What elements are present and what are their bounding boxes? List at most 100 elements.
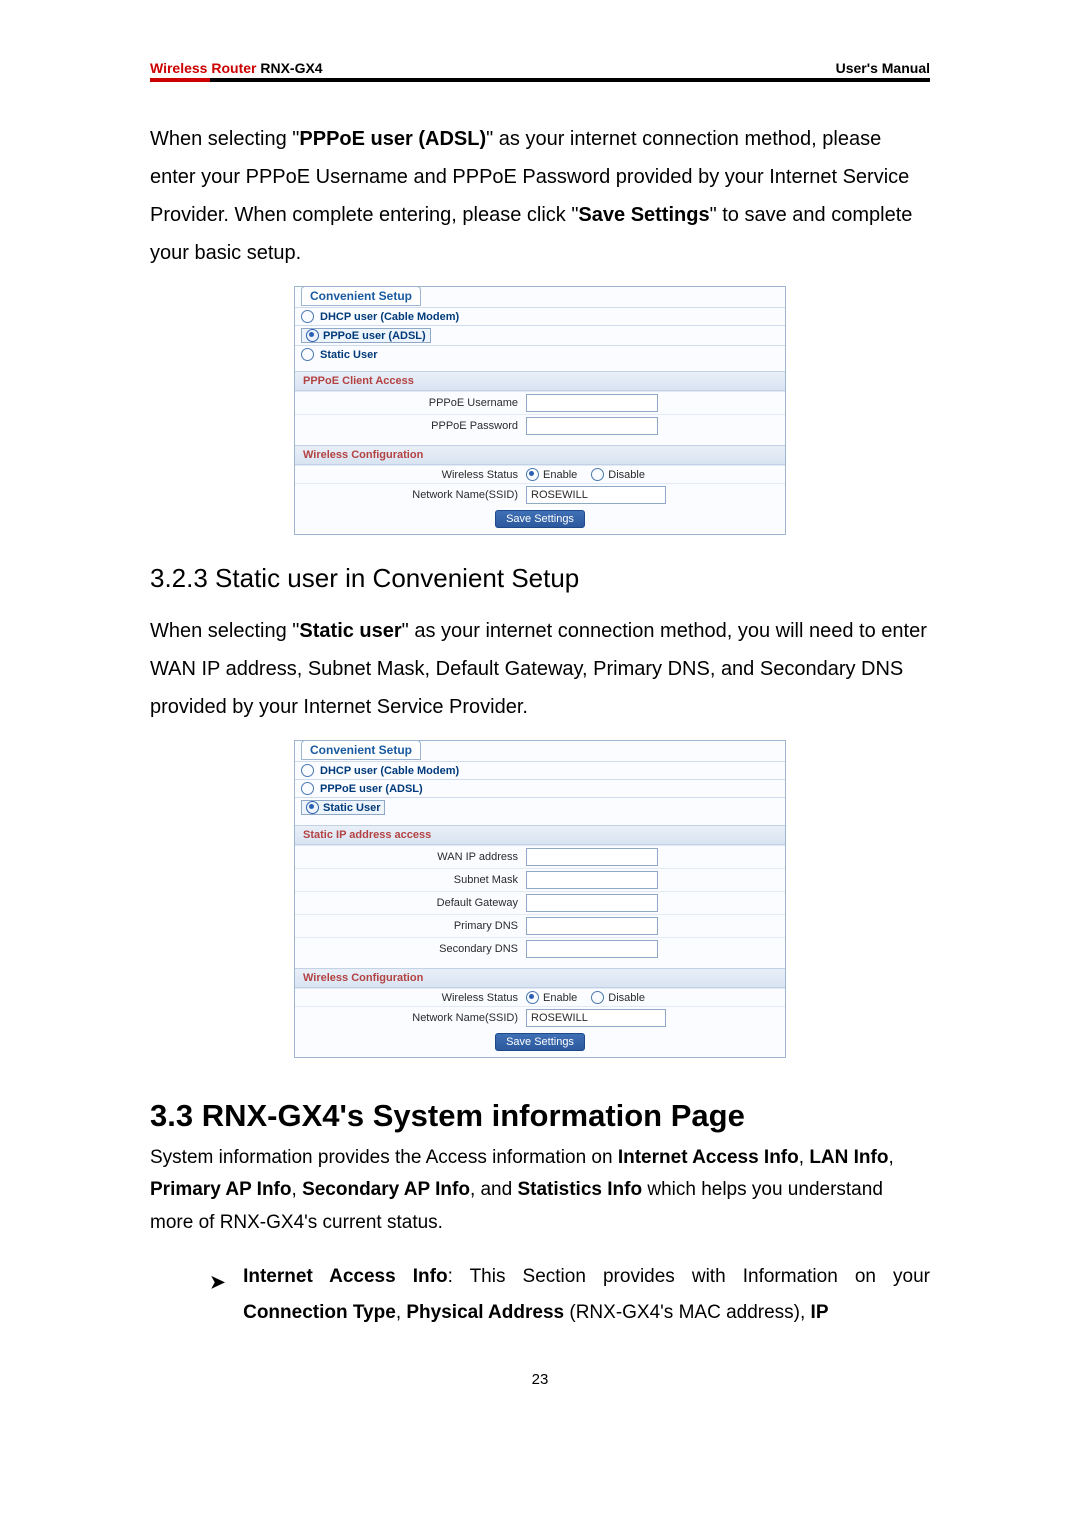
panel-title: Convenient Setup xyxy=(301,740,421,760)
bullet-text: Internet Access Info: This Section provi… xyxy=(243,1259,930,1331)
radio-label: Enable xyxy=(543,992,577,1004)
text-bold: Static user xyxy=(299,620,401,642)
paragraph-pppoe: When selecting "PPPoE user (ADSL)" as yo… xyxy=(150,120,930,272)
text: , and xyxy=(470,1179,518,1200)
radio-disable[interactable]: Disable xyxy=(591,991,645,1004)
product-name: Wireless Router xyxy=(150,60,256,76)
header-right: User's Manual xyxy=(836,60,930,76)
radio-disable[interactable]: Disable xyxy=(591,468,645,481)
option-label: Static User xyxy=(320,349,377,361)
model-name: RNX-GX4 xyxy=(260,60,322,76)
ssid-input[interactable]: ROSEWILL xyxy=(526,1009,666,1027)
text-bold: Internet Access Info xyxy=(243,1266,447,1287)
text-bold: Connection Type xyxy=(243,1302,396,1323)
option-dhcp[interactable]: DHCP user (Cable Modem) xyxy=(295,761,785,779)
secondary-dns-input[interactable] xyxy=(526,940,658,958)
pppoe-password-input[interactable] xyxy=(526,417,658,435)
bullet-internet-access: ➤ Internet Access Info: This Section pro… xyxy=(210,1259,930,1331)
header-left: Wireless Router RNX-GX4 xyxy=(150,60,323,76)
row-pppoe-username: PPPoE Username xyxy=(295,391,785,414)
row-default-gateway: Default Gateway xyxy=(295,891,785,914)
field-label: Wireless Status xyxy=(303,469,526,481)
screenshot-static-setup: Convenient Setup DHCP user (Cable Modem)… xyxy=(294,740,786,1058)
field-label: PPPoE Password xyxy=(303,420,526,432)
option-label: PPPoE user (ADSL) xyxy=(323,330,426,342)
text-bold: Primary AP Info xyxy=(150,1179,292,1200)
row-subnet-mask: Subnet Mask xyxy=(295,868,785,891)
option-label: Static User xyxy=(323,802,380,814)
text-bold: Statistics Info xyxy=(517,1179,642,1200)
option-dhcp[interactable]: DHCP user (Cable Modem) xyxy=(295,307,785,325)
screenshot-pppoe-setup: Convenient Setup DHCP user (Cable Modem)… xyxy=(294,286,786,535)
text-bold: Save Settings xyxy=(578,204,709,226)
radio-icon xyxy=(301,782,314,795)
field-label: Default Gateway xyxy=(303,897,526,909)
page-header: Wireless Router RNX-GX4 User's Manual xyxy=(150,60,930,82)
paragraph-static: When selecting "Static user" as your int… xyxy=(150,612,930,726)
field-label: Subnet Mask xyxy=(303,874,526,886)
text: , xyxy=(396,1302,407,1323)
option-static[interactable]: Static User xyxy=(295,345,785,363)
radio-icon xyxy=(301,310,314,323)
text-bold: LAN Info xyxy=(809,1147,888,1168)
row-wireless-status: Wireless Status Enable Disable xyxy=(295,465,785,483)
save-settings-button[interactable]: Save Settings xyxy=(495,1033,585,1051)
radio-filled-icon xyxy=(306,329,319,342)
radio-icon xyxy=(301,764,314,777)
radio-icon xyxy=(301,348,314,361)
option-static[interactable]: Static User xyxy=(295,797,785,817)
text: , xyxy=(888,1147,893,1168)
field-label: Primary DNS xyxy=(303,920,526,932)
text-bold: Internet Access Info xyxy=(618,1147,799,1168)
paragraph-sysinfo: System information provides the Access i… xyxy=(150,1142,930,1239)
option-pppoe[interactable]: PPPoE user (ADSL) xyxy=(295,779,785,797)
section-wireless-config: Wireless Configuration xyxy=(295,445,785,465)
text: When selecting " xyxy=(150,620,299,642)
primary-dns-input[interactable] xyxy=(526,917,658,935)
radio-enable[interactable]: Enable xyxy=(526,468,577,481)
field-label: Wireless Status xyxy=(303,992,526,1004)
row-ssid: Network Name(SSID) ROSEWILL xyxy=(295,1006,785,1029)
text: When selecting " xyxy=(150,128,299,150)
row-ssid: Network Name(SSID) ROSEWILL xyxy=(295,483,785,506)
field-label: WAN IP address xyxy=(303,851,526,863)
heading-static-user: 3.2.3 Static user in Convenient Setup xyxy=(150,563,930,594)
arrow-icon: ➤ xyxy=(210,1259,225,1331)
text-bold: Secondary AP Info xyxy=(302,1179,470,1200)
page-number: 23 xyxy=(150,1371,930,1388)
text-bold: Physical Address xyxy=(406,1302,564,1323)
default-gateway-input[interactable] xyxy=(526,894,658,912)
row-wan-ip: WAN IP address xyxy=(295,845,785,868)
radio-enable[interactable]: Enable xyxy=(526,991,577,1004)
radio-label: Disable xyxy=(608,992,645,1004)
ssid-input[interactable]: ROSEWILL xyxy=(526,486,666,504)
wan-ip-input[interactable] xyxy=(526,848,658,866)
row-primary-dns: Primary DNS xyxy=(295,914,785,937)
save-settings-button[interactable]: Save Settings xyxy=(495,510,585,528)
row-pppoe-password: PPPoE Password xyxy=(295,414,785,437)
radio-label: Disable xyxy=(608,469,645,481)
subnet-mask-input[interactable] xyxy=(526,871,658,889)
option-label: DHCP user (Cable Modem) xyxy=(320,311,459,323)
text: (RNX-GX4's MAC address), xyxy=(564,1302,810,1323)
panel-title: Convenient Setup xyxy=(301,286,421,306)
pppoe-username-input[interactable] xyxy=(526,394,658,412)
text: System information provides the Access i… xyxy=(150,1147,618,1168)
section-wireless-config: Wireless Configuration xyxy=(295,968,785,988)
selected-indicator: Static User xyxy=(301,800,385,815)
header-accent xyxy=(150,78,210,82)
text-bold: IP xyxy=(811,1302,829,1323)
selected-indicator: PPPoE user (ADSL) xyxy=(301,328,431,343)
field-label: PPPoE Username xyxy=(303,397,526,409)
text-bold: PPPoE user (ADSL) xyxy=(299,128,486,150)
section-static-ip: Static IP address access xyxy=(295,825,785,845)
option-label: DHCP user (Cable Modem) xyxy=(320,765,459,777)
option-pppoe[interactable]: PPPoE user (ADSL) xyxy=(295,325,785,345)
text: : This Section provides with Information… xyxy=(448,1266,930,1287)
option-label: PPPoE user (ADSL) xyxy=(320,783,423,795)
radio-label: Enable xyxy=(543,469,577,481)
radio-filled-icon xyxy=(306,801,319,814)
radio-filled-icon xyxy=(526,468,539,481)
field-label: Network Name(SSID) xyxy=(303,1012,526,1024)
text: , xyxy=(799,1147,810,1168)
